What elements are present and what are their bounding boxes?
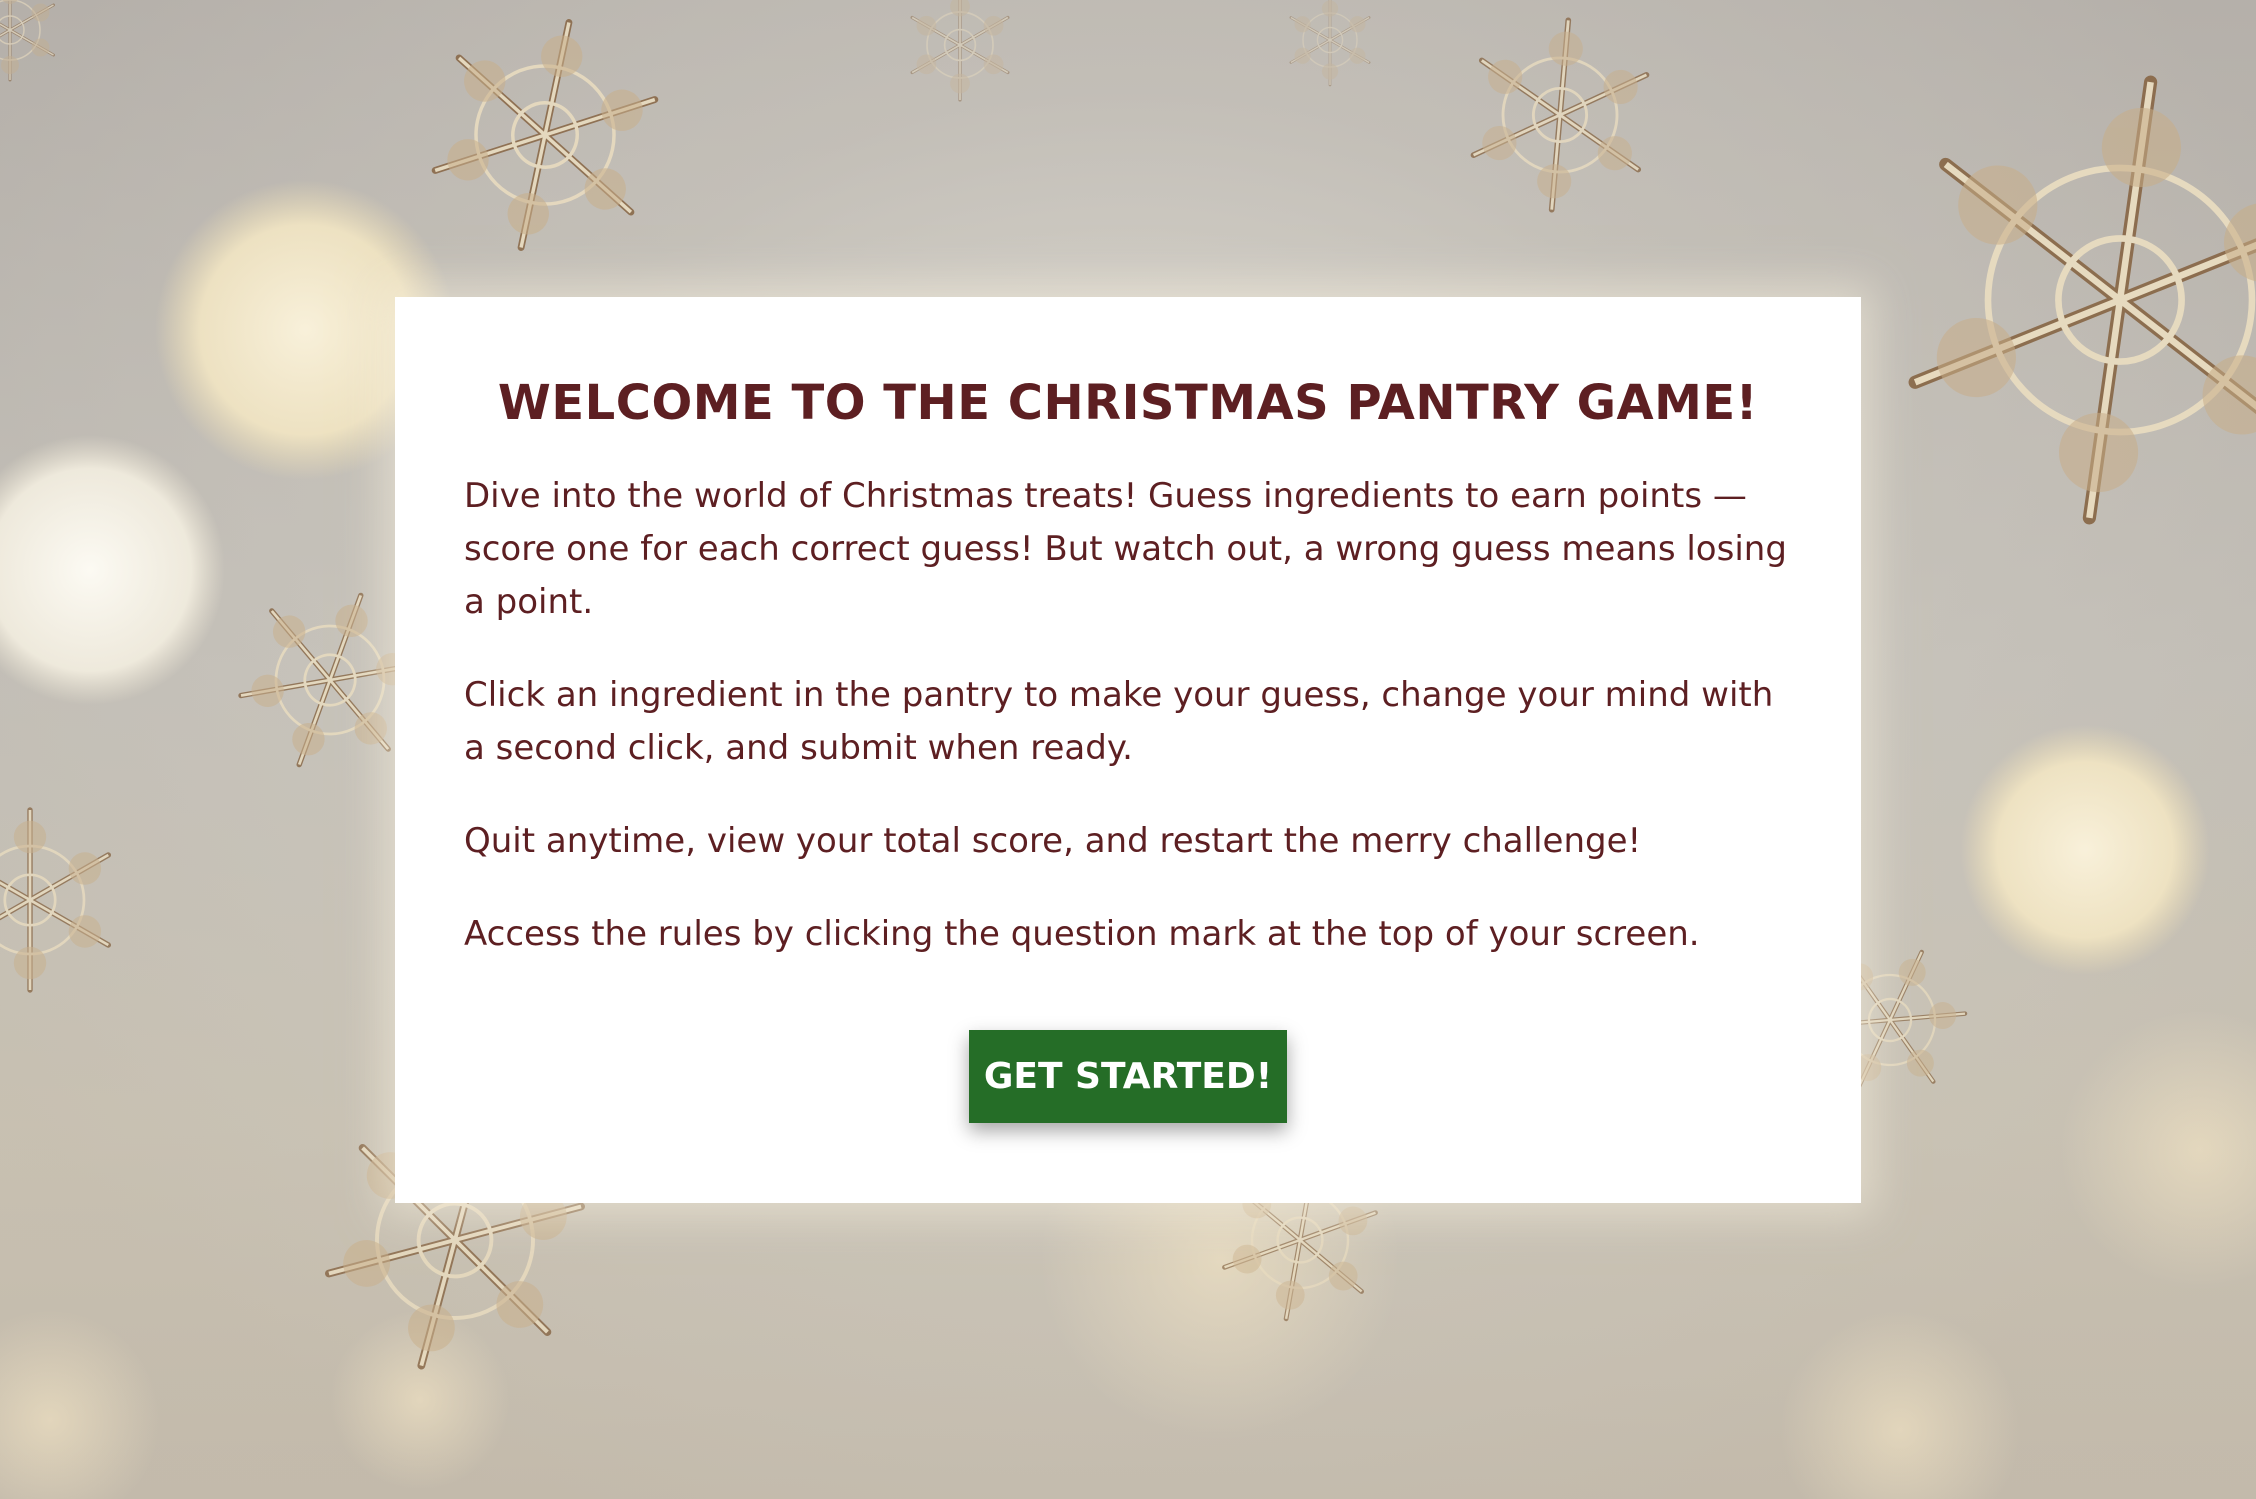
start-button-container: GET STARTED! bbox=[395, 1030, 1861, 1123]
get-started-button[interactable]: GET STARTED! bbox=[969, 1030, 1287, 1123]
quit-paragraph: Quit anytime, view your total score, and… bbox=[464, 821, 1642, 861]
rules-paragraph: Access the rules by clicking the questio… bbox=[464, 914, 1700, 954]
welcome-dialog: WELCOME TO THE CHRISTMAS PANTRY GAME! Di… bbox=[395, 297, 1861, 1203]
intro-paragraph: Dive into the world of Christmas treats!… bbox=[464, 476, 1787, 622]
dialog-title: WELCOME TO THE CHRISTMAS PANTRY GAME! bbox=[497, 375, 1759, 431]
instructions-paragraph: Click an ingredient in the pantry to mak… bbox=[464, 675, 1774, 768]
